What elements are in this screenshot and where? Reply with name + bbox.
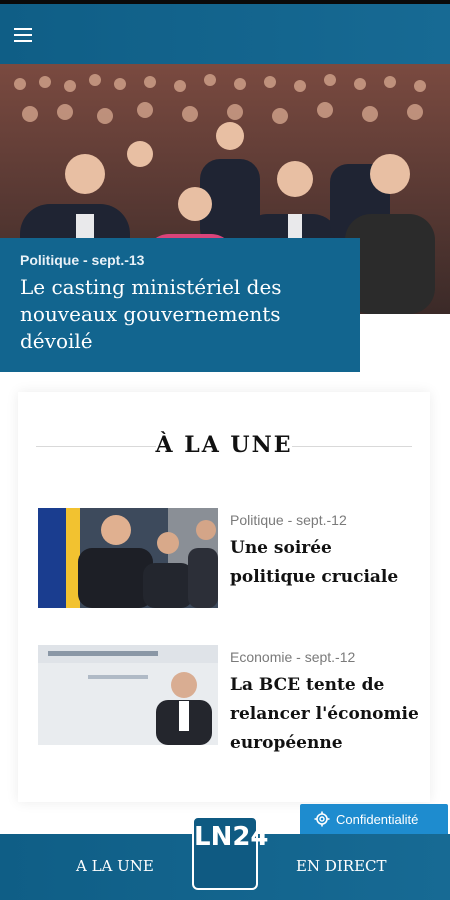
article-thumbnail[interactable] [38,645,218,745]
gear-icon [314,811,330,827]
article-title[interactable]: Une soirée politique cruciale [230,534,420,592]
article-title[interactable]: La BCE tente de relancer l'économie euro… [230,671,420,758]
a-la-une-section: À LA UNE Politique - sept.-12 Une soirée… [18,392,430,802]
headline-meta: Politique - sept.-13 [20,252,145,268]
section-title: À LA UNE [155,432,293,458]
headline-title[interactable]: Le casting ministériel des nouveaux gouv… [20,274,342,355]
article-thumbnail[interactable] [38,508,218,608]
logo-text: LN24 [194,822,269,852]
privacy-label: Confidentialité [336,811,419,827]
headline-card[interactable]: Politique - sept.-13 Le casting ministér… [0,238,360,372]
article-item[interactable]: Politique - sept.-12 Une soirée politiqu… [38,508,428,618]
section-header: À LA UNE [18,432,430,462]
article-meta: Economie - sept.-12 [230,649,356,665]
ln24-logo[interactable]: LN24 [192,816,269,890]
nav-en-direct[interactable]: EN DIRECT [296,857,387,875]
hamburger-menu-icon[interactable] [14,28,36,46]
article-item[interactable]: Economie - sept.-12 La BCE tente de rela… [38,645,428,755]
nav-a-la-une[interactable]: A LA UNE [76,857,154,875]
top-app-bar [0,0,450,64]
privacy-settings-button[interactable]: Confidentialité [300,804,448,834]
divider-right [292,446,412,447]
article-meta: Politique - sept.-12 [230,512,347,528]
